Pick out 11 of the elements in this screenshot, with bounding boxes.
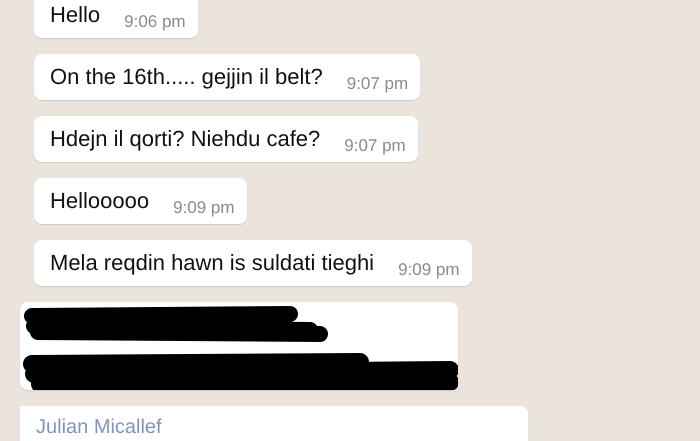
message-text: Hello	[50, 2, 100, 28]
message-text: Hdejn il qorti? Niehdu cafe?	[50, 126, 320, 152]
message-text: On the 16th..... gejjin il belt?	[50, 64, 323, 90]
message-time: 9:09 pm	[173, 198, 235, 218]
sender-name: Julian Micallef	[36, 416, 162, 439]
message-time: 9:06 pm	[124, 12, 186, 32]
message-time: 9:07 pm	[344, 136, 406, 156]
message-time: 9:07 pm	[346, 74, 408, 94]
message-time: 9:09 pm	[398, 260, 460, 280]
message-text: Hellooooo	[50, 188, 150, 214]
message-text: Mela reqdin hawn is suldati tieghi	[50, 250, 374, 276]
